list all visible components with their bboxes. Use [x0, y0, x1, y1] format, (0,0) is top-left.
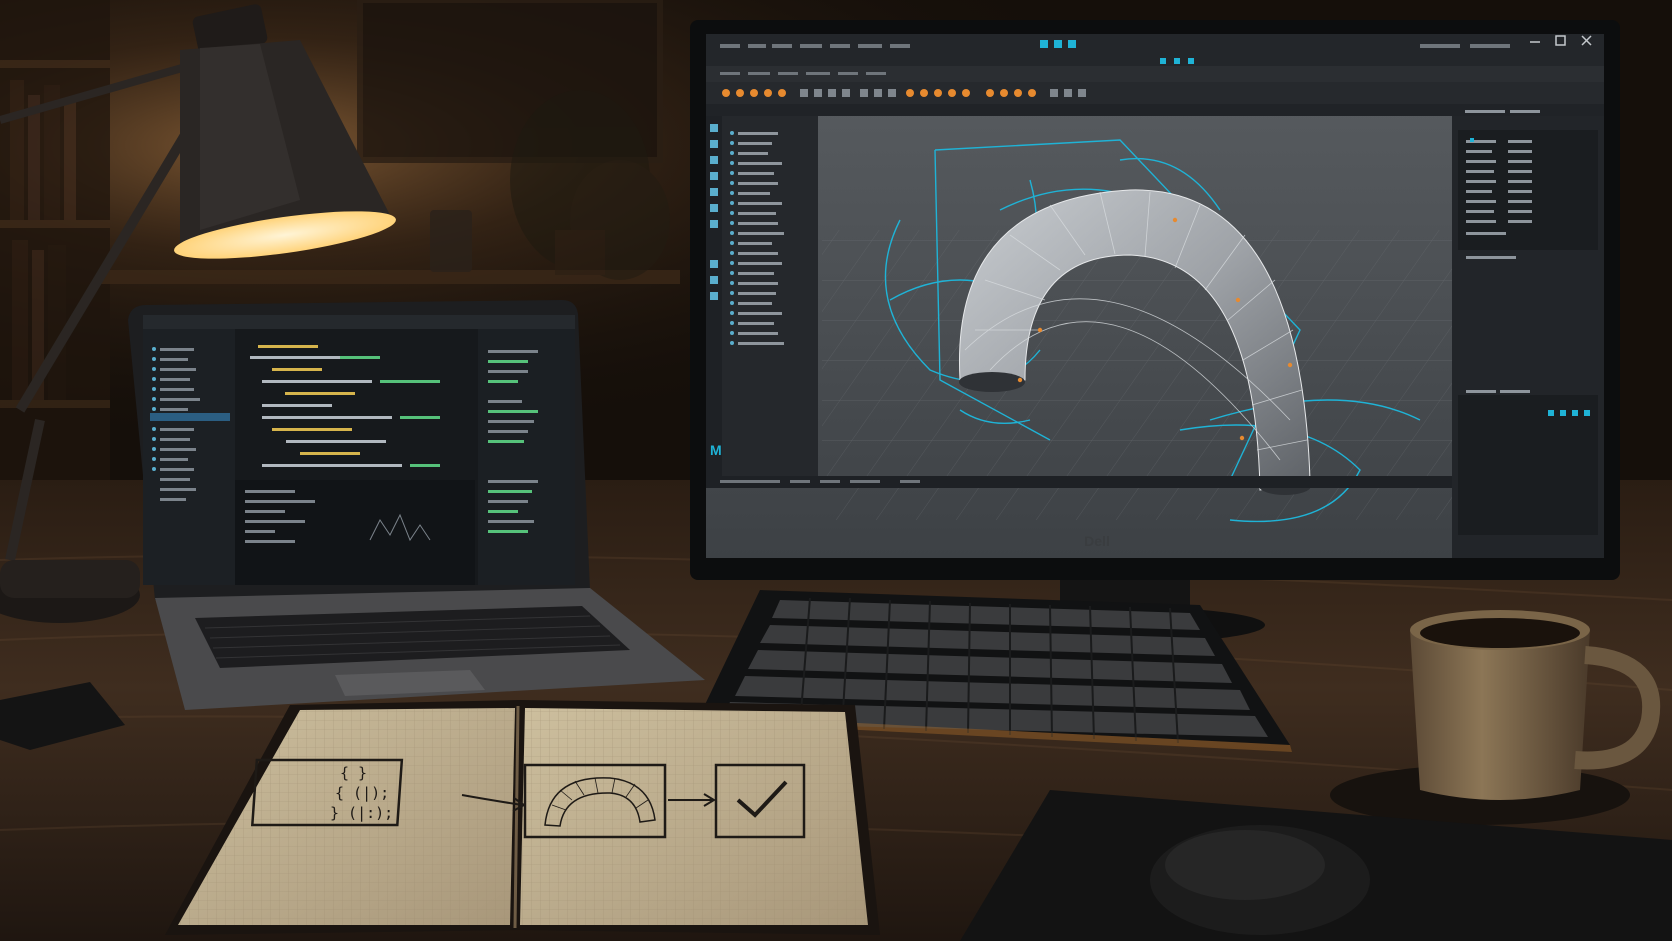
app-logo: M [710, 442, 722, 458]
3d-app-ui: M [706, 34, 1604, 558]
monitor-brand-label: Dell [1084, 533, 1110, 549]
sketch-code-line-2: { (|); [335, 784, 389, 802]
sketch-code-line-1: { } [340, 764, 367, 782]
scene-illustration: Dell M {} {(|);} (|:); [0, 0, 1672, 941]
sketch-code-line-3: } (|:); [330, 804, 393, 822]
desk-scene: Dell M {} {(|);} (|:); [0, 0, 1672, 941]
